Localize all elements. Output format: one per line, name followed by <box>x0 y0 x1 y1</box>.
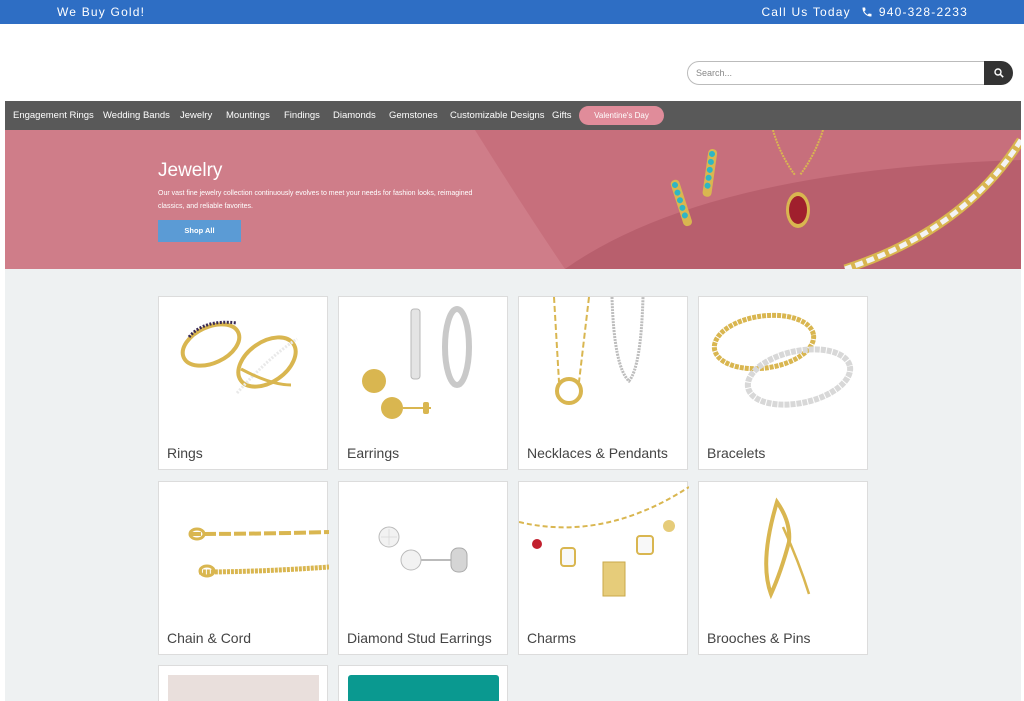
main-nav: Engagement Rings Wedding Bands Jewelry M… <box>5 101 1021 130</box>
hero-description: Our vast fine jewelry collection continu… <box>158 190 473 210</box>
nav-wedding-bands[interactable]: Wedding Bands <box>103 110 170 121</box>
category-label: Rings <box>167 445 203 461</box>
stud-earrings-image <box>378 526 468 573</box>
search-box <box>687 61 1013 85</box>
category-card-bracelets[interactable]: Bracelets <box>698 296 868 470</box>
category-label: Brooches & Pins <box>707 630 811 646</box>
rings-image <box>180 320 298 394</box>
marble-image <box>168 675 319 701</box>
category-label: Bracelets <box>707 445 766 461</box>
phone-icon <box>862 7 872 17</box>
teal-promo-image <box>348 675 499 701</box>
hero-banner: Jewelry Our vast fine jewelry collection… <box>5 130 1021 269</box>
category-label: Necklaces & Pendants <box>527 445 668 461</box>
nav-diamonds[interactable]: Diamonds <box>333 110 376 121</box>
necklaces-image <box>553 297 645 405</box>
category-label: Earrings <box>347 445 400 461</box>
nav-gemstones[interactable]: Gemstones <box>389 110 438 121</box>
nav-customizable-designs[interactable]: Customizable Designs <box>450 110 545 121</box>
category-card-more-2[interactable] <box>338 665 508 701</box>
nav-engagement-rings[interactable]: Engagement Rings <box>13 110 94 121</box>
category-card-charms[interactable]: Charms <box>518 481 689 655</box>
hero-title: Jewelry <box>158 160 223 181</box>
shop-all-button[interactable]: Shop All <box>158 220 241 242</box>
nav-jewelry[interactable]: Jewelry <box>180 110 212 121</box>
search-button[interactable] <box>984 61 1013 85</box>
brooch-image <box>764 497 811 600</box>
call-us-group: Call Us Today 940-328-2233 <box>761 5 968 19</box>
we-buy-gold-link[interactable]: We Buy Gold! <box>57 5 145 19</box>
nav-findings[interactable]: Findings <box>284 110 320 121</box>
category-label: Diamond Stud Earrings <box>347 630 492 646</box>
category-card-diamond-studs[interactable]: Diamond Stud Earrings <box>338 481 508 655</box>
category-label: Charms <box>527 630 577 646</box>
category-card-chain[interactable]: Chain & Cord <box>158 481 329 655</box>
bracelets-image <box>711 312 854 408</box>
category-card-earrings[interactable]: Earrings <box>338 296 508 470</box>
category-card-rings[interactable]: Rings <box>158 296 328 470</box>
search-input[interactable] <box>687 61 987 85</box>
earrings-image <box>362 306 472 419</box>
category-card-brooches[interactable]: Brooches & Pins <box>698 481 868 655</box>
call-us-label: Call Us Today <box>761 5 851 19</box>
charms-image <box>519 486 689 597</box>
category-card-more-1[interactable] <box>158 665 328 701</box>
search-icon <box>993 68 1004 78</box>
nav-valentines-day[interactable]: Valentine's Day <box>579 106 664 125</box>
nav-mountings[interactable]: Mountings <box>226 110 270 121</box>
nav-gifts[interactable]: Gifts <box>552 110 572 121</box>
top-bar: We Buy Gold! Call Us Today 940-328-2233 <box>0 0 1024 24</box>
chain-image <box>188 527 329 578</box>
category-label: Chain & Cord <box>167 630 252 646</box>
category-card-necklaces[interactable]: Necklaces & Pendants <box>518 296 688 470</box>
phone-number-link[interactable]: 940-328-2233 <box>879 5 968 19</box>
